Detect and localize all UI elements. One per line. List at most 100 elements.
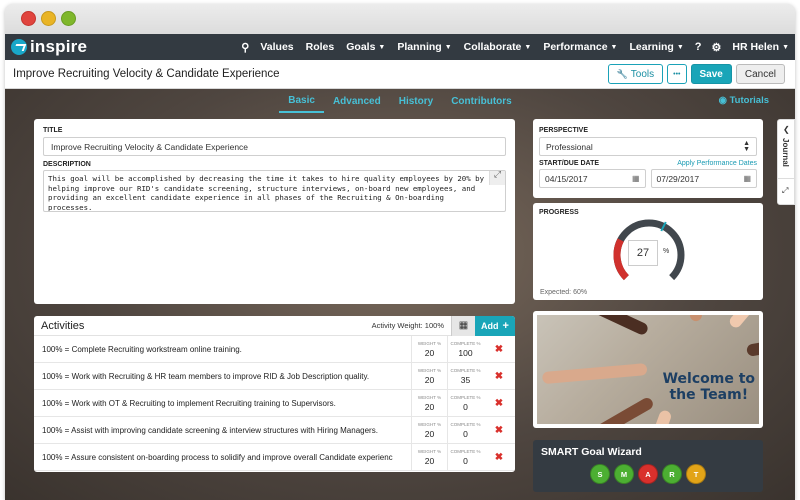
complete-header: COMPLETE %	[450, 421, 481, 427]
complete-input[interactable]: COMPLETE % 0	[447, 390, 483, 416]
app-window: inspire ⚲ Values Roles Goals ▼ Planning ▼ Coll…	[5, 4, 795, 500]
cancel-button[interactable]: Cancel	[735, 64, 785, 84]
save-button[interactable]: Save	[690, 64, 732, 84]
gauge-fill	[613, 238, 629, 281]
journal-divider	[778, 178, 795, 179]
complete-input[interactable]: COMPLETE % 35	[447, 363, 483, 389]
weight-header: WEIGHT %	[417, 421, 442, 427]
tools-label: Tools	[630, 68, 655, 80]
smart-letter-m[interactable]: M	[614, 464, 634, 484]
delete-activity-icon[interactable]: ✖	[483, 444, 515, 470]
caret-down-icon: ▼	[524, 43, 532, 51]
hand-shape	[541, 363, 648, 385]
due-date-input[interactable]: 07/29/2017 ▦	[650, 169, 757, 188]
complete-value: 100	[458, 347, 473, 358]
activity-text[interactable]: 100% = Work with Recruiting & HR team me…	[34, 363, 411, 389]
weight-value: 20	[424, 455, 435, 466]
nav-item-performance[interactable]: Performance ▼	[537, 34, 623, 60]
weight-header: WEIGHT %	[417, 367, 442, 373]
nav-item-roles[interactable]: Roles	[300, 34, 341, 60]
search-icon[interactable]: ⚲	[236, 41, 254, 54]
calendar-icon[interactable]: ▦	[632, 174, 640, 183]
inspire-logo[interactable]: inspire	[11, 37, 87, 57]
smart-criteria: SMART	[541, 464, 755, 484]
activity-text[interactable]: 100% = Work with OT & Recruiting to impl…	[34, 390, 411, 416]
page-title: Improve Recruiting Velocity & Candidate …	[13, 68, 280, 80]
gear-icon[interactable]: ⚙	[707, 41, 727, 54]
progress-input[interactable]: 27	[628, 240, 658, 266]
delete-activity-icon[interactable]: ✖	[483, 390, 515, 416]
hand-shape	[727, 315, 759, 330]
delete-activity-icon[interactable]: ✖	[483, 336, 515, 362]
smart-letter-r[interactable]: R	[662, 464, 682, 484]
more-options-button[interactable]: •••	[667, 64, 687, 84]
tab-contributors[interactable]: Contributors	[442, 90, 521, 112]
nav-item-goals[interactable]: Goals ▼	[340, 34, 391, 60]
minimize-window-button[interactable]	[41, 11, 56, 26]
calendar-icon[interactable]: ▦	[743, 174, 751, 183]
activity-text[interactable]: 100% = Assure consistent on-boarding pro…	[34, 444, 411, 470]
complete-input[interactable]: COMPLETE % 100	[447, 336, 483, 362]
tab-history[interactable]: History	[390, 90, 442, 112]
goal-tabs: Basic Advanced History Contributors	[5, 89, 795, 113]
description-textarea[interactable]: This goal will be accomplished by decrea…	[43, 170, 506, 212]
complete-input[interactable]: COMPLETE % 0	[447, 417, 483, 443]
expand-icon[interactable]: ⤢	[489, 171, 505, 185]
nav-item-label: Goals	[346, 41, 376, 53]
delete-activity-icon[interactable]: ✖	[483, 363, 515, 389]
help-icon[interactable]: ?	[690, 41, 707, 53]
journal-panel-tab[interactable]: ❮ Journal ⤢	[777, 119, 795, 205]
perspective-select[interactable]: Professional ▲ ▼	[539, 137, 757, 156]
tutorials-link[interactable]: ◉ Tutorials	[719, 95, 769, 106]
hand-shape	[566, 395, 655, 424]
expected-progress: Expected: 60%	[540, 289, 588, 296]
add-activity-button[interactable]: Add +	[475, 316, 515, 336]
weight-input[interactable]: WEIGHT % 20	[411, 336, 447, 362]
tools-button[interactable]: 🔧 Tools	[607, 64, 664, 84]
delete-activity-icon[interactable]: ✖	[483, 417, 515, 443]
activities-header: Activities Activity Weight: 100% ▦ Add +	[34, 316, 515, 336]
user-menu[interactable]: HR Helen ▼	[726, 34, 795, 60]
complete-value: 0	[463, 455, 468, 466]
complete-input[interactable]: COMPLETE % 0	[447, 444, 483, 470]
start-date-value: 04/15/2017	[545, 173, 588, 184]
tab-basic[interactable]: Basic	[279, 89, 324, 113]
title-label: TITLE	[43, 127, 63, 134]
close-window-button[interactable]	[21, 11, 36, 26]
smart-letter-t[interactable]: T	[686, 464, 706, 484]
journal-label: Journal	[781, 138, 790, 167]
nav-item-values[interactable]: Values	[254, 34, 299, 60]
activity-text[interactable]: 100% = Assist with improving candidate s…	[34, 417, 411, 443]
weight-input[interactable]: WEIGHT % 20	[411, 417, 447, 443]
activity-row: 100% = Assure consistent on-boarding pro…	[34, 444, 515, 471]
tab-advanced[interactable]: Advanced	[324, 90, 390, 112]
calculator-button[interactable]: ▦	[451, 316, 475, 336]
complete-value: 0	[463, 428, 468, 439]
maximize-window-button[interactable]	[61, 11, 76, 26]
title-input[interactable]: Improve Recruiting Velocity & Candidate …	[43, 137, 506, 156]
weight-header: WEIGHT %	[417, 448, 442, 454]
nav-item-collaborate[interactable]: Collaborate ▼	[458, 34, 538, 60]
apply-performance-dates-link[interactable]: Apply Performance Dates	[677, 160, 757, 167]
weight-input[interactable]: WEIGHT % 20	[411, 363, 447, 389]
chevron-left-icon: ❮	[783, 125, 790, 134]
activity-row: 100% = Work with Recruiting & HR team me…	[34, 363, 515, 390]
welcome-line-2: the Team!	[669, 387, 749, 403]
start-date-input[interactable]: 04/15/2017 ▦	[539, 169, 646, 188]
calculator-icon: ▦	[458, 320, 469, 331]
expand-icon[interactable]: ⤢	[782, 186, 788, 196]
weight-input[interactable]: WEIGHT % 20	[411, 444, 447, 470]
brand-name: inspire	[30, 37, 88, 56]
inspire-logo-icon	[11, 39, 27, 55]
activity-text[interactable]: 100% = Complete Recruiting workstream on…	[34, 336, 411, 362]
caret-down-icon: ▼	[444, 43, 452, 51]
complete-value: 35	[460, 374, 471, 385]
nav-item-learning[interactable]: Learning ▼	[623, 34, 689, 60]
activities-title: Activities	[41, 319, 85, 332]
progress-unit: %	[663, 248, 670, 255]
nav-item-planning[interactable]: Planning ▼	[391, 34, 457, 60]
smart-letter-s[interactable]: S	[590, 464, 610, 484]
smart-letter-a[interactable]: A	[638, 464, 658, 484]
complete-header: COMPLETE %	[450, 340, 481, 346]
weight-input[interactable]: WEIGHT % 20	[411, 390, 447, 416]
